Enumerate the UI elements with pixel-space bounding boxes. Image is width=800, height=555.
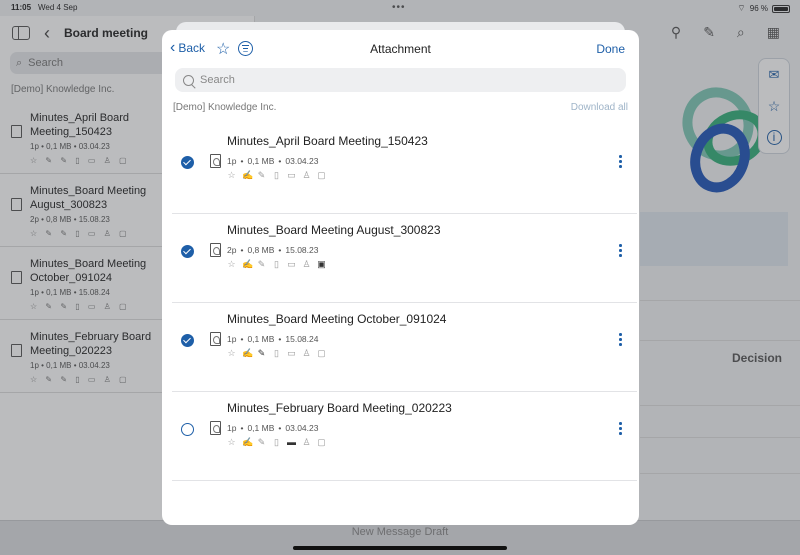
doc-icon: ▯	[274, 348, 279, 358]
item-status-icons: ☆ ✍ ✎ ▯ ▭ ♙ ▣	[227, 260, 326, 269]
sign-icon: ✍	[242, 259, 254, 269]
item-pages: 1p	[227, 156, 237, 166]
comment-icon: ▭	[287, 259, 296, 269]
more-options-icon[interactable]	[619, 155, 623, 169]
more-options-icon[interactable]	[619, 422, 623, 436]
item-meta: 1p • 0,1 MB • 15.08.24	[227, 334, 319, 344]
pen-icon: ✎	[257, 259, 266, 269]
item-title: Minutes_February Board Meeting_020223	[227, 401, 452, 415]
back-button[interactable]: ‹ Back	[170, 39, 206, 56]
list-item[interactable]: Minutes_Board Meeting October_091024 1p •…	[172, 303, 637, 392]
item-date: 03.04.23	[285, 423, 319, 433]
list-item[interactable]: Minutes_Board Meeting August_300823 2p • 0…	[172, 214, 637, 303]
comment-icon: ▭	[287, 348, 296, 358]
comment-icon: ▭	[287, 170, 296, 180]
back-label: Back	[178, 41, 206, 55]
thumbs-up-icon: ♙	[302, 259, 311, 269]
checkbox-checked[interactable]	[181, 156, 194, 169]
item-status-icons: ☆ ✍ ✎ ▯ ▭ ♙ ▢	[227, 349, 326, 358]
star-icon[interactable]: ☆	[216, 39, 230, 59]
item-pages: 1p	[227, 423, 237, 433]
lock-icon: ▢	[317, 170, 326, 180]
download-all-button[interactable]: Download all	[571, 102, 628, 113]
pdf-icon	[210, 332, 221, 346]
attachment-list: Minutes_April Board Meeting_150423 1p • 0,…	[162, 125, 639, 481]
list-item[interactable]: Minutes_February Board Meeting_020223 1p…	[172, 392, 637, 481]
org-label: [Demo] Knowledge Inc.	[173, 102, 277, 113]
item-size: 0,1 MB	[247, 334, 275, 344]
chevron-left-icon: ‹	[170, 39, 176, 56]
home-indicator	[293, 546, 507, 550]
thumbs-up-icon: ♙	[302, 170, 311, 180]
more-options-icon[interactable]	[619, 244, 623, 258]
sheet-nav-bar: ‹ Back ☆ Attachment Done	[162, 30, 639, 68]
list-item[interactable]: Minutes_April Board Meeting_150423 1p • 0,…	[172, 125, 637, 214]
item-title: Minutes_Board Meeting October_091024	[227, 312, 447, 326]
checkbox-checked[interactable]	[181, 334, 194, 347]
item-meta: 1p • 0,1 MB • 03.04.23	[227, 423, 319, 433]
item-size: 0,1 MB	[247, 423, 275, 433]
comment-icon: ▬	[287, 437, 296, 447]
filter-icon[interactable]	[238, 41, 253, 56]
item-date: 15.08.24	[285, 334, 319, 344]
search-icon	[183, 74, 194, 86]
doc-icon: ▯	[274, 170, 279, 180]
item-size: 0,1 MB	[247, 156, 275, 166]
item-title: Minutes_Board Meeting August_300823	[227, 223, 441, 237]
item-pages: 1p	[227, 334, 237, 344]
thumbs-up-icon: ♙	[302, 348, 311, 358]
sign-icon: ✍	[242, 170, 254, 180]
sheet-title: Attachment	[370, 42, 431, 56]
pdf-icon	[210, 154, 221, 168]
star-icon: ☆	[227, 437, 236, 447]
sign-icon: ✍	[242, 437, 254, 447]
item-pages: 2p	[227, 245, 237, 255]
done-button[interactable]: Done	[596, 42, 625, 56]
pdf-icon	[210, 421, 221, 435]
pen-icon: ✎	[257, 348, 266, 358]
item-meta: 2p • 0,8 MB • 15.08.23	[227, 245, 319, 255]
search-input[interactable]	[200, 74, 600, 86]
star-icon: ☆	[227, 170, 236, 180]
doc-icon: ▯	[274, 437, 279, 447]
lock-icon: ▢	[317, 437, 326, 447]
item-date: 03.04.23	[285, 156, 319, 166]
checkbox-checked[interactable]	[181, 245, 194, 258]
item-size: 0,8 MB	[247, 245, 275, 255]
item-title: Minutes_April Board Meeting_150423	[227, 134, 428, 148]
checkbox-unchecked[interactable]	[181, 423, 194, 436]
doc-icon: ▯	[274, 259, 279, 269]
lock-icon: ▢	[317, 348, 326, 358]
star-icon: ☆	[227, 348, 236, 358]
star-icon: ☆	[227, 259, 236, 269]
sign-icon: ✍	[242, 348, 254, 358]
thumbs-up-icon: ♙	[302, 437, 311, 447]
pen-icon: ✎	[257, 170, 266, 180]
item-status-icons: ☆ ✍ ✎ ▯ ▬ ♙ ▢	[227, 438, 326, 447]
item-meta: 1p • 0,1 MB • 03.04.23	[227, 156, 319, 166]
pen-icon: ✎	[257, 437, 266, 447]
item-status-icons: ☆ ✍ ✎ ▯ ▭ ♙ ▢	[227, 171, 326, 180]
item-date: 15.08.23	[285, 245, 319, 255]
pdf-icon	[210, 243, 221, 257]
lock-icon: ▣	[317, 259, 326, 269]
more-options-icon[interactable]	[619, 333, 623, 347]
search-bar[interactable]	[175, 68, 626, 92]
attachment-sheet: ‹ Back ☆ Attachment Done [Demo] Knowledg…	[162, 30, 639, 525]
